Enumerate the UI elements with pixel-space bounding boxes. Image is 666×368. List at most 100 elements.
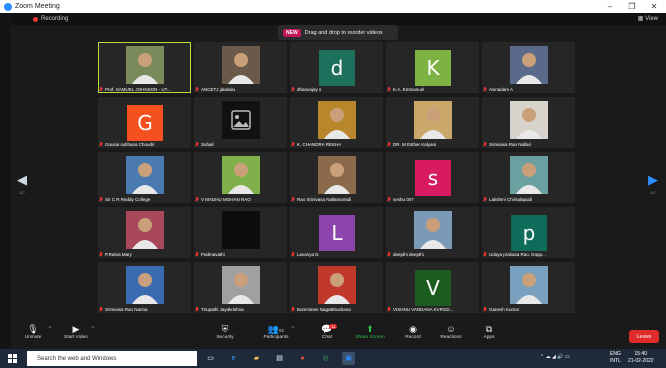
avatar-photo: [510, 266, 548, 304]
participant-tile[interactable]: deepthi deepthi: [386, 207, 479, 258]
edge-browser-icon[interactable]: e: [227, 352, 240, 365]
shield-icon: ⛨: [221, 324, 229, 334]
participant-tile[interactable]: Prof. SAMUEL JOHNSON - UT...: [98, 42, 191, 93]
participant-tile[interactable]: K. CHANDRA REKHA: [290, 97, 383, 148]
record-dot-icon: [33, 16, 38, 22]
reactions-button[interactable]: ☺ Reactions: [431, 324, 471, 340]
participant-name: ANCETJ jalakalu: [201, 87, 236, 92]
participant-name: Lakshmi Chintalapudi: [489, 197, 533, 202]
participant-tile[interactable]: V MADHU MOHAN RAO: [194, 152, 287, 203]
participant-tile[interactable]: V VISHNU VANDANA KVRGD...: [386, 262, 479, 313]
unmute-button[interactable]: 🎙 Unmute ^: [13, 324, 53, 340]
participant-tile[interactable]: Srinivasa Rao Narina: [98, 262, 191, 313]
video-off-icon: ▶: [72, 324, 80, 334]
zoom-taskbar-icon[interactable]: ▣: [342, 352, 355, 365]
maximize-icon[interactable]: ❐: [622, 0, 642, 13]
participant-tile[interactable]: Lakshmi Chintalapudi: [482, 152, 575, 203]
store-icon[interactable]: ▤: [273, 352, 286, 365]
powerpoint-icon[interactable]: ●: [296, 352, 309, 365]
close-icon[interactable]: ✕: [644, 0, 664, 13]
participant-tile[interactable]: Bomminen NagaBhushana: [290, 262, 383, 313]
participant-name-bar: Asinadam A: [483, 87, 513, 92]
prev-page-button[interactable]: ◀: [17, 172, 27, 188]
task-view-icon[interactable]: ▭: [204, 352, 217, 365]
security-label: Security: [216, 335, 234, 340]
share-screen-button[interactable]: ⬆ Share Screen: [350, 324, 390, 340]
participant-tile[interactable]: ANCETJ jalakalu: [194, 42, 287, 93]
participant-name-bar: P.Ratna Mary: [99, 252, 132, 257]
participants-button[interactable]: 👥51 Participants ^: [256, 324, 296, 340]
mic-muted-icon: [99, 197, 103, 202]
windows-start-icon[interactable]: [8, 354, 17, 363]
avatar-photo: [126, 211, 164, 249]
avatar-photo: [318, 266, 356, 304]
participant-tile[interactable]: Tirupathi Jayakrishna: [194, 262, 287, 313]
mic-muted-icon: [291, 197, 295, 202]
chevron-up-icon[interactable]: ^: [292, 326, 294, 332]
participant-tile[interactable]: Ganesh Kumar: [482, 262, 575, 313]
participant-tile[interactable]: d dhanunjay s: [290, 42, 383, 93]
next-page-indicator: 1/2: [650, 190, 656, 195]
participant-tile[interactable]: s seshu 007: [386, 152, 479, 203]
security-button[interactable]: ⛨ Security: [205, 324, 245, 340]
view-button[interactable]: ▦ View: [638, 15, 658, 22]
participant-name-bar: Gousia sulthana Choudri: [99, 142, 155, 147]
participant-name-bar: VISHNU VANDANA KVRGD...: [387, 307, 453, 312]
participant-name: V MADHU MOHAN RAO: [201, 197, 251, 202]
start-video-button[interactable]: ▶ Start Video ^: [56, 324, 96, 340]
recording-label: Recording: [41, 16, 69, 22]
file-explorer-icon[interactable]: ▰: [250, 352, 263, 365]
avatar-photo: [126, 156, 164, 194]
chat-button[interactable]: 💬 14 Chat: [307, 324, 347, 340]
participant-tile[interactable]: Asinadam A: [482, 42, 575, 93]
participant-tile[interactable]: p Udaya prakasa Rao. Dopp...: [482, 207, 575, 258]
minimize-icon[interactable]: –: [600, 0, 620, 13]
language-indicator[interactable]: ENG INTL: [610, 351, 621, 365]
mic-muted-icon: [99, 252, 103, 257]
participant-name: Srinivasa Rao Nallari: [489, 142, 532, 147]
participant-name-bar: ANCETJ jalakalu: [195, 87, 235, 92]
participant-tile[interactable]: Rao Srinivasa Nallamamidi: [290, 152, 383, 203]
clock-time: 15:40: [634, 351, 648, 357]
participant-tile[interactable]: DR. M Esther Kalyani: [386, 97, 479, 148]
mic-muted-icon: [99, 87, 103, 92]
participant-name: Gousia sulthana Choudri: [105, 142, 155, 147]
participant-tile[interactable]: G Gousia sulthana Choudri: [98, 97, 191, 148]
reorder-banner: NEW Drag and drop to reorder videos: [278, 25, 398, 40]
taskbar-search-box[interactable]: Search the web and Windows: [27, 351, 197, 366]
participant-name-bar: Bomminen NagaBhushana: [291, 307, 351, 312]
left-border: [0, 13, 11, 356]
participant-tile[interactable]: P.Ratna Mary: [98, 207, 191, 258]
apps-button[interactable]: ⧉ Apps: [469, 324, 509, 340]
avatar-photo: [126, 266, 164, 304]
recording-indicator[interactable]: Recording: [33, 16, 68, 22]
participant-tile[interactable]: Srinivasa Rao Nallari: [482, 97, 575, 148]
next-page-button[interactable]: ▶: [648, 172, 658, 188]
avatar-photo: [510, 101, 548, 139]
record-button[interactable]: ◉ Record: [393, 324, 433, 340]
participant-name-bar: Srinivasa Rao Narina: [99, 307, 148, 312]
chat-icon: 💬: [321, 324, 333, 334]
participant-name-bar: DR. M Esther Kalyani: [387, 142, 436, 147]
participant-tile[interactable]: L Lavanya D: [290, 207, 383, 258]
participant-tile[interactable]: Padmavathi: [194, 207, 287, 258]
chevron-up-icon[interactable]: ^: [92, 326, 94, 332]
tray-icons[interactable]: ⌃ ☁ ◢ 🔊 ▭: [540, 354, 570, 361]
leave-button[interactable]: Leave: [629, 330, 659, 343]
clock[interactable]: 15:40 21-02-2022: [628, 351, 654, 365]
mic-muted-icon: [387, 142, 391, 147]
chevron-up-icon[interactable]: ^: [49, 326, 51, 332]
mic-muted-icon: [291, 87, 295, 92]
participant-name-bar: Sir C R Reddy College: [99, 197, 150, 202]
mic-muted-icon: [195, 307, 199, 312]
participant-tile[interactable]: Sir C R Reddy College: [98, 152, 191, 203]
participant-name-bar: Lavanya D: [291, 252, 319, 257]
participant-tile[interactable]: K K.A. Emmanuel: [386, 42, 479, 93]
participant-name-bar: Udaya prakasa Rao. Dopp...: [483, 252, 546, 257]
participant-name-bar: K.A. Emmanuel: [387, 87, 424, 92]
participants-label: Participants: [263, 335, 289, 340]
participant-name-bar: Prof. SAMUEL JOHNSON - UT...: [99, 87, 171, 92]
chrome-icon[interactable]: ◎: [319, 352, 332, 365]
participant-tile[interactable]: Suhail: [194, 97, 287, 148]
participant-name: Rao Srinivasa Nallamamidi: [297, 197, 352, 202]
